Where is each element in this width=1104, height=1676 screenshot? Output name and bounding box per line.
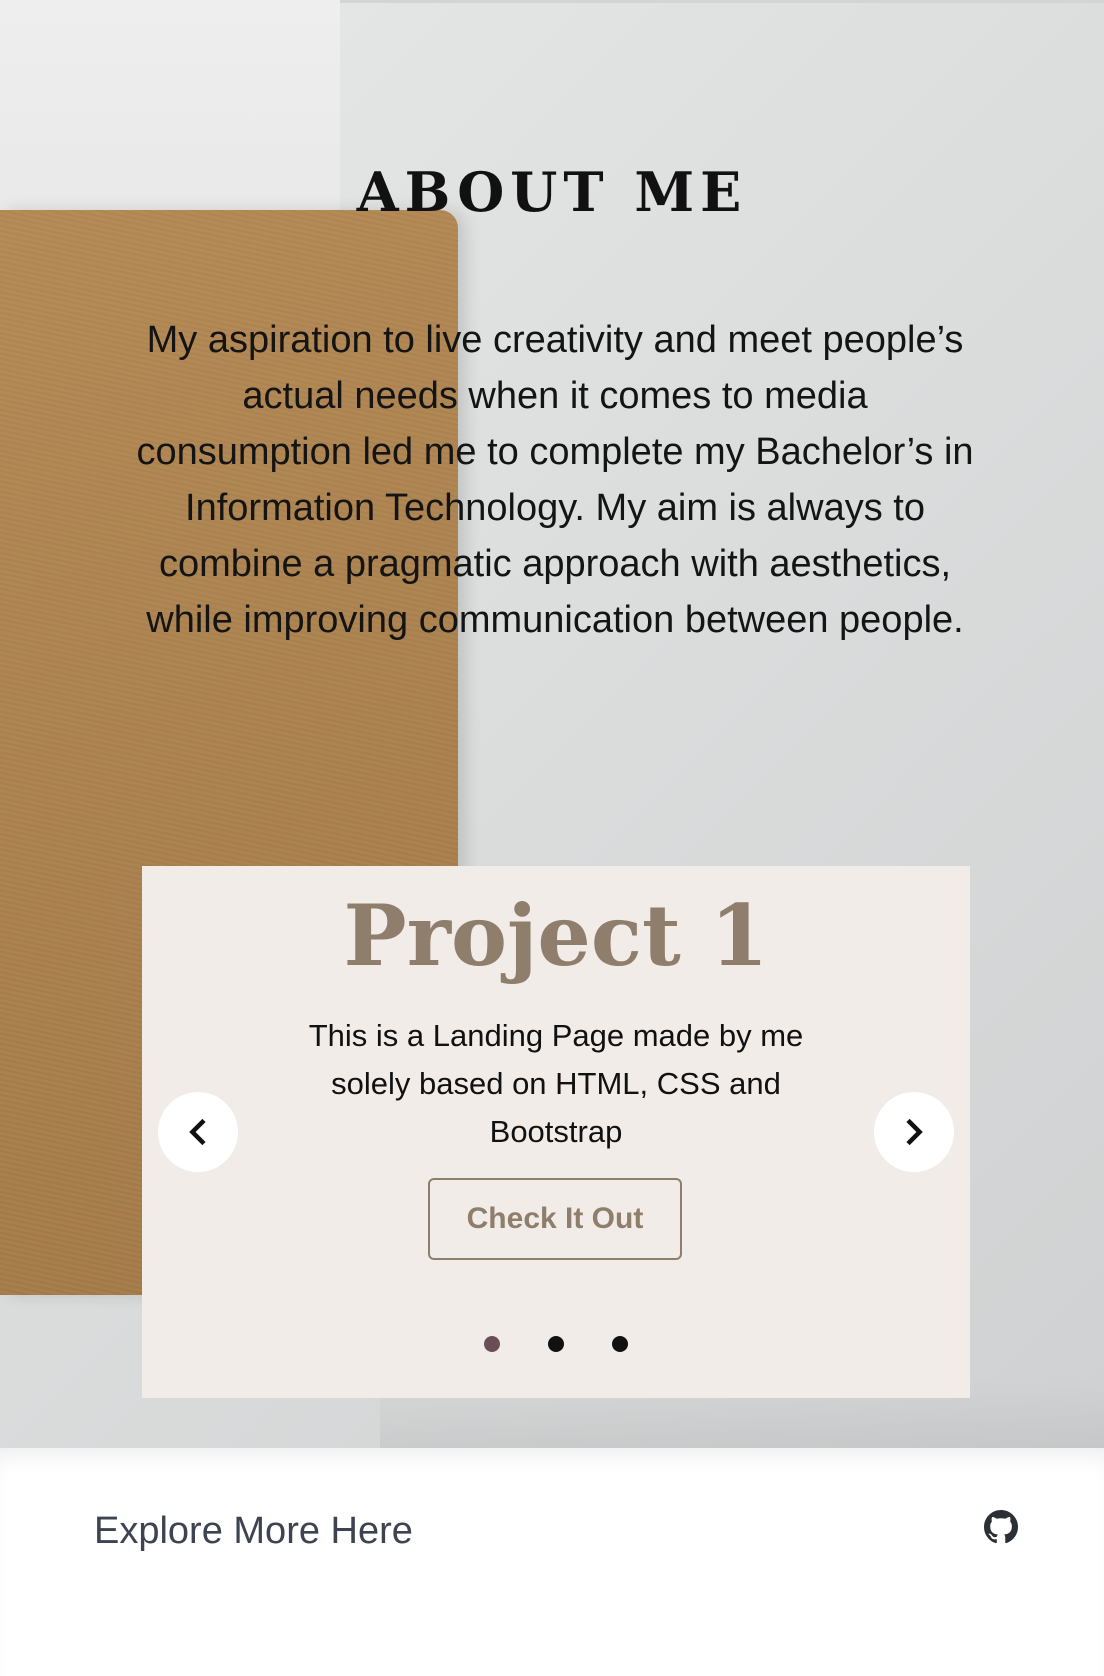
carousel-next-button[interactable] — [874, 1092, 954, 1172]
carousel-indicator-3[interactable] — [612, 1336, 628, 1352]
section-title: ABOUT ME — [356, 160, 748, 224]
chevron-left-icon — [189, 1118, 206, 1146]
about-intro-text: My aspiration to live creativity and mee… — [136, 319, 974, 641]
carousel-indicator-2[interactable] — [548, 1336, 564, 1352]
project-carousel: Project 1 This is a Landing Page made by… — [142, 866, 970, 1398]
carousel-indicator-1[interactable] — [484, 1336, 500, 1352]
check-it-out-button[interactable]: Check It Out — [428, 1178, 682, 1260]
chevron-right-icon — [906, 1118, 923, 1146]
footer: Explore More Here — [0, 1448, 1104, 1676]
page: ABOUT ME My aspiration to live creativit… — [0, 0, 1104, 1676]
github-icon[interactable] — [984, 1510, 1018, 1544]
project-title: Project 1 — [343, 886, 769, 985]
project-description: This is a Landing Page made by me solely… — [308, 1018, 804, 1149]
explore-more-link[interactable]: Explore More Here — [94, 1510, 413, 1553]
carousel-indicators — [142, 1336, 970, 1356]
about-section: ABOUT ME My aspiration to live creativit… — [0, 0, 1104, 1448]
carousel-prev-button[interactable] — [158, 1092, 238, 1172]
